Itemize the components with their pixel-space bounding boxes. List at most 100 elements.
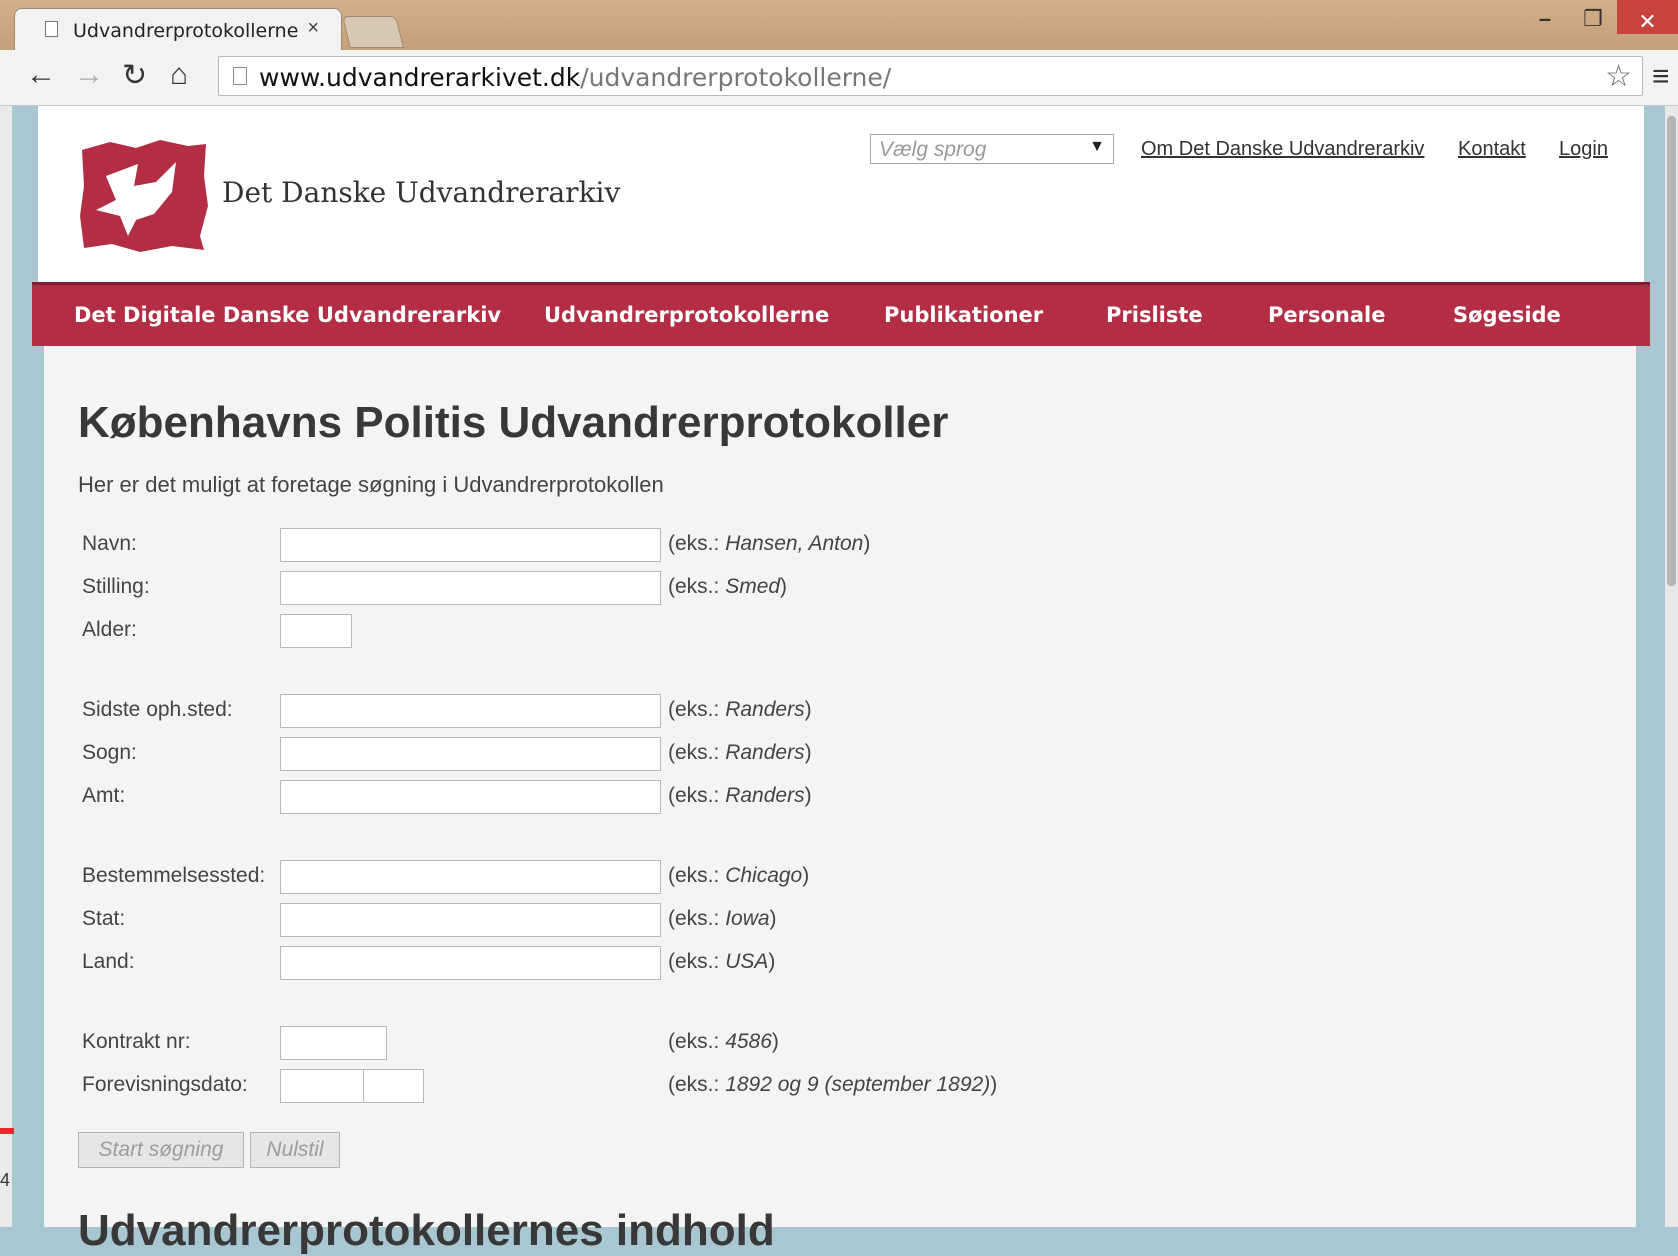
new-tab-button[interactable]: [342, 16, 404, 48]
scroll-thumb[interactable]: [1667, 116, 1676, 586]
occupation-example: (eks.: Smed): [668, 575, 787, 599]
home-icon[interactable]: ⌂: [170, 58, 188, 92]
date-month-input[interactable]: [363, 1069, 424, 1103]
destination-example: (eks.: Chicago): [668, 864, 809, 888]
example-value: Chicago: [725, 864, 803, 887]
url-host: www.udvandrerarkivet.dk: [259, 63, 581, 92]
state-input[interactable]: [280, 903, 661, 937]
edge-char: 4: [0, 1170, 11, 1190]
page-title: Københavns Politis Udvandrerprotokoller: [78, 398, 949, 447]
example-value: Randers: [725, 698, 805, 721]
last-residence-example: (eks.: Randers): [668, 698, 812, 722]
language-select[interactable]: Vælg sprog ▼: [870, 134, 1114, 164]
destination-input[interactable]: [280, 860, 661, 894]
example-value: Hansen, Anton: [725, 532, 864, 555]
nav-item-protocols[interactable]: Udvandrerprotokollerne: [544, 303, 829, 327]
site-name[interactable]: Det Danske Udvandrerarkiv: [222, 176, 620, 209]
maximize-icon[interactable]: ❐: [1578, 6, 1608, 32]
name-label: Navn:: [82, 532, 137, 555]
example-prefix: (eks.:: [668, 575, 726, 598]
url-path: /udvandrerprotokollerne/: [580, 63, 892, 92]
close-icon[interactable]: ×: [307, 17, 319, 40]
example-value: Iowa: [725, 907, 770, 930]
contact-link[interactable]: Kontakt: [1458, 138, 1526, 161]
nav-item-digital-archive[interactable]: Det Digitale Danske Udvandrerarkiv: [74, 303, 501, 327]
main-content: Københavns Politis Udvandrerprotokoller …: [44, 346, 1636, 1255]
age-label: Alder:: [82, 618, 137, 641]
last-residence-label: Sidste oph.sted:: [82, 698, 233, 721]
start-search-button[interactable]: Start søgning: [78, 1132, 244, 1168]
country-label: Land:: [82, 950, 135, 973]
country-example: (eks.: USA): [668, 950, 775, 974]
example-value: Smed: [725, 575, 781, 598]
dropdown-arrow-icon: ▼: [1089, 138, 1105, 155]
example-prefix: (eks.:: [668, 784, 726, 807]
county-label: Amt:: [82, 784, 126, 807]
browser-titlebar: Udvandrerprotokollerne × – ❐ ✕: [0, 0, 1678, 50]
reset-button[interactable]: Nulstil: [250, 1132, 340, 1168]
reload-icon[interactable]: ↻: [122, 58, 147, 93]
example-prefix: (eks.:: [668, 907, 726, 930]
date-year-input[interactable]: [280, 1069, 364, 1103]
address-bar[interactable]: www.udvandrerarkivet.dk/udvandrerprotoko…: [218, 56, 1643, 96]
site-header: Det Danske Udvandrerarkiv Vælg sprog ▼ O…: [38, 106, 1644, 282]
scrollbar[interactable]: [1665, 106, 1678, 1227]
window-close-icon[interactable]: ✕: [1617, 0, 1678, 34]
example-suffix: ): [863, 532, 871, 555]
example-value: 4586: [725, 1030, 772, 1053]
parish-example: (eks.: Randers): [668, 741, 812, 765]
date-example: (eks.: 1892 og 9 (september 1892)): [668, 1073, 997, 1097]
example-prefix: (eks.:: [668, 950, 726, 973]
example-prefix: (eks.:: [668, 1030, 726, 1053]
example-value: 1892 og 9 (september 1892): [725, 1073, 991, 1096]
age-input[interactable]: [280, 614, 352, 648]
edge-mark: [0, 1128, 14, 1134]
name-example: (eks.: Hansen, Anton): [668, 532, 870, 556]
name-input[interactable]: [280, 528, 661, 562]
url-text: www.udvandrerarkivet.dk/udvandrerprotoko…: [259, 63, 891, 92]
section-title: Udvandrerprotokollernes indhold: [78, 1206, 775, 1255]
date-label: Forevisningsdato:: [82, 1073, 248, 1096]
example-prefix: (eks.:: [668, 1073, 726, 1096]
example-prefix: (eks.:: [668, 698, 726, 721]
forward-arrow-icon[interactable]: →: [74, 58, 104, 92]
login-link[interactable]: Login: [1559, 138, 1608, 161]
example-suffix: ): [990, 1073, 998, 1096]
nav-item-publications[interactable]: Publikationer: [884, 303, 1043, 327]
example-suffix: ): [769, 907, 777, 930]
country-input[interactable]: [280, 946, 661, 980]
example-value: Randers: [725, 784, 805, 807]
nav-item-price-list[interactable]: Prisliste: [1106, 303, 1203, 327]
example-value: USA: [725, 950, 769, 973]
browser-tab[interactable]: Udvandrerprotokollerne ×: [14, 8, 342, 50]
language-placeholder: Vælg sprog: [879, 138, 987, 161]
example-suffix: ): [804, 698, 812, 721]
example-suffix: ): [768, 950, 776, 973]
menu-icon[interactable]: ≡: [1652, 60, 1670, 94]
destination-label: Bestemmelsessted:: [82, 864, 266, 887]
contract-number-input[interactable]: [280, 1026, 387, 1060]
last-residence-input[interactable]: [280, 694, 661, 728]
contract-number-example: (eks.: 4586): [668, 1030, 779, 1054]
nav-item-staff[interactable]: Personale: [1268, 303, 1385, 327]
intro-text: Her er det muligt at foretage søgning i …: [78, 472, 664, 497]
example-prefix: (eks.:: [668, 741, 726, 764]
example-suffix: ): [771, 1030, 779, 1053]
occupation-input[interactable]: [280, 571, 661, 605]
example-suffix: ): [802, 864, 810, 887]
minimize-icon[interactable]: –: [1530, 6, 1560, 32]
star-icon[interactable]: ☆: [1605, 59, 1632, 94]
county-example: (eks.: Randers): [668, 784, 812, 808]
nav-item-search[interactable]: Søgeside: [1453, 303, 1561, 327]
back-arrow-icon[interactable]: ←: [26, 58, 56, 92]
example-suffix: ): [804, 784, 812, 807]
example-suffix: ): [780, 575, 788, 598]
example-prefix: (eks.:: [668, 864, 726, 887]
page-icon: [233, 67, 247, 85]
about-link[interactable]: Om Det Danske Udvandrerarkiv: [1141, 138, 1424, 161]
county-input[interactable]: [280, 780, 661, 814]
example-suffix: ): [804, 741, 812, 764]
bird-logo[interactable]: [76, 136, 210, 254]
state-label: Stat:: [82, 907, 126, 930]
parish-input[interactable]: [280, 737, 661, 771]
